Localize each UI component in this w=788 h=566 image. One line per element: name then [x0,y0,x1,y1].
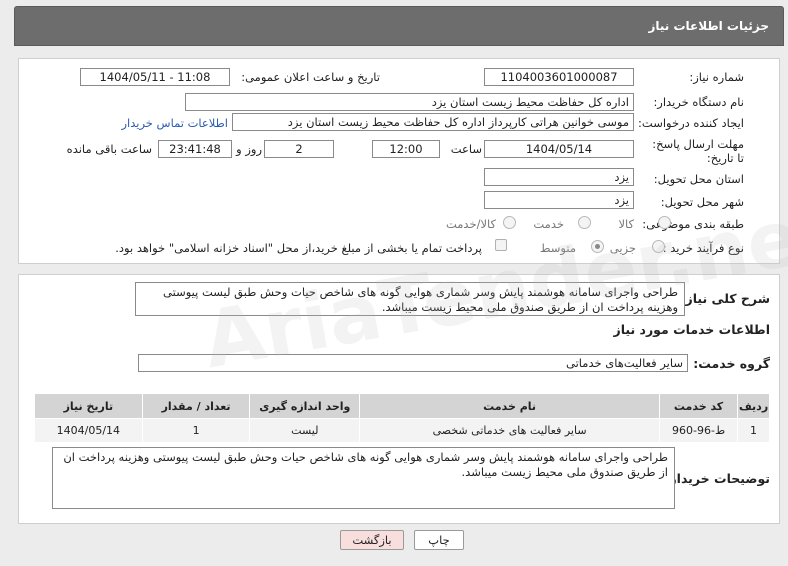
back-button[interactable]: بازگشت [340,530,404,550]
province-label: استان محل تحویل: [653,172,744,186]
cell-unit: لیست [249,418,361,443]
cell-qty: 1 [141,418,251,443]
cell-row: 1 [737,418,770,443]
panel-title: جزئیات اطلاعات نیاز [648,19,769,33]
col-unit: واحد اندازه گیری [249,393,361,419]
buyer-org-field: اداره کل حفاظت محیط زیست استان یزد [185,93,634,111]
deadline-time-label: ساعت [450,142,482,156]
col-code: کد خدمت [658,393,739,419]
announce-date-field: 1404/05/11 - 11:08 [80,68,230,86]
print-button[interactable]: چاپ [414,530,464,550]
buyer-contact-link[interactable]: اطلاعات تماس خریدار [121,116,228,130]
services-table: ردیف کد خدمت نام خدمت واحد اندازه گیری ت… [34,393,770,443]
category-option-service: خدمت [533,217,564,231]
services-table-header: ردیف کد خدمت نام خدمت واحد اندازه گیری ت… [34,393,770,419]
creator-field: موسی خوانین هراتی کارپرداز اداره کل حفاظ… [232,113,634,131]
summary-label: شرح کلی نیاز: [680,291,770,306]
col-name: نام خدمت [359,393,660,419]
city-field: یزد [484,191,634,209]
category-radio-service[interactable] [578,216,591,229]
purchase-option-minor: جزیی [609,241,636,255]
buyer-notes-label: توضیحات خریدار: [664,471,770,486]
need-number-label: شماره نیاز: [689,70,744,84]
province-field: یزد [484,168,634,186]
purchase-radio-minor[interactable] [652,240,665,253]
buyer-notes-textarea[interactable]: طراحی واجرای سامانه هوشمند پایش وسر شمار… [52,447,675,509]
service-group-label: گروه خدمت: [693,356,770,371]
deadline-label: مهلت ارسال پاسخ: تا تاریخ: [652,137,744,165]
table-row: 1 ط-96-960 سایر فعالیت های خدماتی شخصی ل… [34,418,770,443]
announce-label: تاریخ و ساعت اعلان عمومی: [241,70,380,84]
services-title: اطلاعات خدمات مورد نیاز [613,322,771,337]
remaining-time-field: 23:41:48 [158,140,232,158]
cell-date: 1404/05/14 [34,418,143,443]
purchase-radio-medium[interactable] [591,240,604,253]
summary-textarea[interactable]: طراحی واجرای سامانه هوشمند پایش وسر شمار… [135,282,685,316]
days-field: 2 [264,140,334,158]
category-radio-goods[interactable] [658,216,671,229]
col-qty: تعداد / مقدار [141,393,251,419]
treasury-checkbox[interactable] [495,239,507,251]
panel-header: جزئیات اطلاعات نیاز [14,6,784,46]
city-label: شهر محل تحویل: [660,195,744,209]
deadline-time-field: 12:00 [372,140,440,158]
service-group-field: سایر فعالیت‌های خدماتی [138,354,688,372]
cell-name: سایر فعالیت های خدماتی شخصی [359,418,660,443]
category-option-goods-service: کالا/خدمت [445,217,496,231]
creator-label: ایجاد کننده درخواست: [638,116,744,130]
purchase-type-label: نوع فرآیند خرید : [662,241,744,255]
remaining-label: ساعت باقی مانده [66,142,152,156]
col-row: ردیف [737,393,770,419]
cell-code: ط-96-960 [658,418,739,443]
col-date: تاریخ نیاز [34,393,143,419]
deadline-date-field: 1404/05/14 [484,140,634,158]
payment-note: پرداخت تمام یا بخشی از مبلغ خرید،از محل … [115,241,482,255]
category-radio-goods-service[interactable] [503,216,516,229]
need-number-field: 1104003601000087 [484,68,634,86]
days-label: روز و [236,142,262,156]
buyer-org-label: نام دستگاه خریدار: [653,95,744,109]
purchase-option-medium: متوسط [539,241,576,255]
category-option-goods: کالا [618,217,634,231]
